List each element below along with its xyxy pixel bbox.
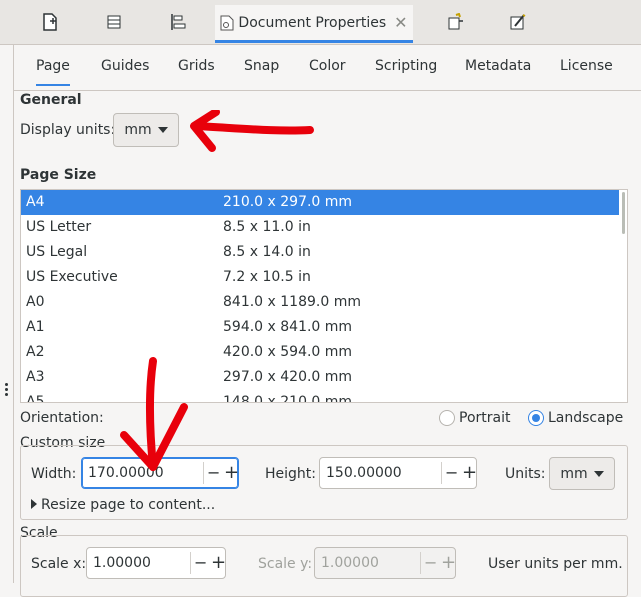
user-units-note: User units per mm. bbox=[488, 556, 623, 572]
plus-icon[interactable]: + bbox=[462, 462, 477, 483]
drag-handle-dot[interactable] bbox=[5, 383, 8, 386]
minus-icon[interactable]: − bbox=[194, 553, 207, 572]
close-icon[interactable]: ✕ bbox=[394, 13, 407, 32]
tab-metadata[interactable]: Metadata bbox=[465, 58, 531, 74]
height-label: Height: bbox=[265, 466, 316, 482]
display-units-dropdown[interactable]: mm bbox=[113, 113, 179, 147]
scale-x-value[interactable]: 1.00000 bbox=[93, 555, 151, 571]
list-item[interactable]: A3 297.0 x 420.0 mm bbox=[21, 365, 619, 390]
units-value: mm bbox=[560, 465, 588, 482]
list-item[interactable]: US Executive 7.2 x 10.5 in bbox=[21, 265, 619, 290]
minus-icon[interactable]: − bbox=[207, 463, 220, 482]
drag-handle-dot[interactable] bbox=[5, 393, 8, 396]
list-item[interactable]: A1 594.0 x 841.0 mm bbox=[21, 315, 619, 340]
annotation-arrow-down bbox=[120, 357, 188, 471]
tab-grids[interactable]: Grids bbox=[178, 58, 215, 74]
chevron-down-icon bbox=[157, 127, 168, 133]
list-item[interactable]: A4 210.0 x 297.0 mm bbox=[21, 190, 619, 215]
minus-icon[interactable]: − bbox=[445, 463, 458, 482]
dock-tab-export[interactable] bbox=[444, 6, 468, 38]
height-value[interactable]: 150.00000 bbox=[326, 465, 402, 481]
scrollbar-thumb[interactable] bbox=[622, 192, 625, 234]
scale-x-label: Scale x: bbox=[31, 556, 87, 572]
dock-tab-bar: Document Properties ✕ bbox=[0, 0, 641, 45]
display-units-label: Display units: bbox=[20, 122, 116, 138]
subtab-bar: Page Guides Grids Snap Color Scripting M… bbox=[14, 44, 641, 91]
spin-separator bbox=[420, 552, 421, 574]
height-spinbutton[interactable]: 150.00000 − + bbox=[319, 457, 477, 489]
spin-separator bbox=[203, 462, 204, 484]
expander-arrow-icon[interactable] bbox=[31, 499, 37, 509]
dock-tab-document-properties[interactable]: Document Properties ✕ bbox=[215, 5, 413, 43]
align-icon bbox=[171, 14, 186, 30]
scale-x-spinbutton[interactable]: 1.00000 − + bbox=[86, 547, 226, 579]
scale-y-label: Scale y: bbox=[258, 556, 313, 572]
document-properties-icon bbox=[220, 15, 234, 30]
list-scrollbar[interactable] bbox=[622, 190, 625, 402]
dock-tab-document[interactable] bbox=[38, 6, 62, 38]
dock-tab-layers[interactable] bbox=[102, 6, 126, 38]
export-icon bbox=[448, 13, 463, 30]
dock-tab-xml-editor[interactable] bbox=[506, 6, 530, 38]
chevron-down-icon bbox=[593, 470, 604, 477]
list-item[interactable]: A2 420.0 x 594.0 mm bbox=[21, 340, 619, 365]
display-units-value: mm bbox=[124, 122, 152, 138]
list-item[interactable]: A5 148.0 x 210.0 mm bbox=[21, 390, 619, 402]
layers-icon bbox=[107, 15, 121, 29]
plus-icon[interactable]: + bbox=[211, 552, 226, 573]
page-size-list[interactable]: A4 210.0 x 297.0 mm US Letter 8.5 x 11.0… bbox=[20, 189, 628, 403]
tab-color[interactable]: Color bbox=[309, 58, 346, 74]
width-label: Width: bbox=[31, 466, 77, 482]
list-item[interactable]: US Letter 8.5 x 11.0 in bbox=[21, 215, 619, 240]
dock-tab-title: Document Properties bbox=[238, 14, 387, 31]
general-heading: General bbox=[20, 92, 82, 108]
dock-tab-align[interactable] bbox=[166, 6, 190, 38]
scale-y-spinbutton: 1.00000 − + bbox=[314, 547, 456, 579]
orientation-label: Orientation: bbox=[20, 410, 104, 426]
landscape-radio[interactable] bbox=[528, 410, 544, 426]
tab-snap[interactable]: Snap bbox=[244, 58, 279, 74]
tab-scripting[interactable]: Scripting bbox=[375, 58, 437, 74]
plus-icon[interactable]: + bbox=[224, 462, 239, 483]
spin-separator bbox=[190, 552, 191, 574]
list-item[interactable]: US Legal 8.5 x 14.0 in bbox=[21, 240, 619, 265]
resize-page-expander[interactable]: Resize page to content... bbox=[41, 497, 215, 513]
tab-license[interactable]: License bbox=[560, 58, 613, 74]
minus-icon: − bbox=[424, 553, 438, 572]
spin-separator bbox=[441, 462, 442, 484]
annotation-arrow-left bbox=[190, 110, 314, 152]
page-size-heading: Page Size bbox=[20, 167, 97, 183]
list-item[interactable]: A0 841.0 x 1189.0 mm bbox=[21, 290, 619, 315]
landscape-label[interactable]: Landscape bbox=[548, 410, 623, 426]
tab-guides[interactable]: Guides bbox=[101, 58, 149, 74]
document-icon bbox=[43, 13, 57, 31]
panel-frame bbox=[13, 44, 14, 583]
units-dropdown[interactable]: mm bbox=[549, 457, 615, 490]
plus-icon: + bbox=[441, 552, 457, 573]
xml-editor-icon bbox=[510, 14, 526, 30]
units-label: Units: bbox=[505, 466, 546, 482]
portrait-radio[interactable] bbox=[439, 410, 455, 426]
scale-y-value: 1.00000 bbox=[321, 555, 379, 571]
drag-handle-dot[interactable] bbox=[5, 388, 8, 391]
portrait-label[interactable]: Portrait bbox=[459, 410, 510, 426]
tab-page[interactable]: Page bbox=[36, 58, 70, 86]
